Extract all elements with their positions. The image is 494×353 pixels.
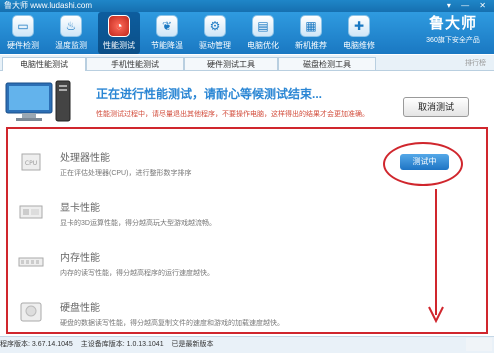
nav-item-energy[interactable]: ❦ 节能降温 [146, 12, 188, 54]
test-banner: 正在进行性能测试，请耐心等候测试结束... 性能测试过程中，请尽量退出其他程序，… [0, 71, 494, 126]
nav-item-optimize[interactable]: ▤ 电脑优化 [242, 12, 284, 54]
nav-item-drivers[interactable]: ⚙ 驱动管理 [194, 12, 236, 54]
test-item-disk: 硬盘性能 硬盘的数据读写性能，得分越高复制文件的速度和游戏的加载速度越快。 [8, 291, 486, 337]
speedometer-icon: ◔ [108, 15, 130, 37]
title-bar: 鲁大师 www.ludashi.com ▾ — ✕ [0, 0, 494, 12]
nav-label: 电脑优化 [247, 41, 279, 50]
thermometer-icon: ♨ [60, 15, 82, 37]
tab-pc-performance[interactable]: 电脑性能测试 [2, 57, 86, 71]
cpu-icon: CPU [21, 153, 41, 171]
test-desc: 内存的读写性能，得分越高程序的运行速度越快。 [60, 270, 214, 277]
memory-icon [18, 257, 44, 267]
window-title: 鲁大师 www.ludashi.com [4, 1, 93, 10]
tab-bar: 电脑性能测试 手机性能测试 硬件测试工具 磁盘检测工具 排行榜 [0, 55, 494, 71]
tab-phone-performance[interactable]: 手机性能测试 [86, 57, 184, 70]
nav-label: 新机推荐 [295, 41, 327, 50]
chart-icon: ▤ [252, 15, 274, 37]
nav-item-repair[interactable]: ✚ 电脑维修 [338, 12, 380, 54]
logo: 鲁大师 360旗下安全产品 [418, 12, 488, 54]
nav-item-performance[interactable]: ◔ 性能测试 [98, 12, 140, 54]
test-title: 内存性能 [60, 253, 100, 264]
monitor-icon: ▭ [12, 15, 34, 37]
test-desc: 硬盘的数据读写性能，得分越高复制文件的速度和游戏的加载速度越快。 [60, 320, 284, 327]
update-status: 已是最新版本 [171, 341, 214, 348]
nav-item-recommend[interactable]: ▦ 新机推荐 [290, 12, 332, 54]
test-hint: 性能测试过程中，请尽量退出其他程序，不要操作电脑，这样得出的结果才会更加准确。 [96, 111, 369, 118]
nav-label: 温度监测 [55, 41, 87, 50]
cancel-test-button[interactable]: 取消测试 [403, 97, 469, 117]
test-title: 处理器性能 [60, 153, 110, 164]
gear-icon: ⚙ [204, 15, 226, 37]
test-status: 正在进行性能测试，请耐心等候测试结束... [96, 87, 323, 101]
down-arrow-icon [428, 189, 444, 324]
nav-label: 驱动管理 [199, 41, 231, 50]
ranking-link[interactable]: 排行榜 [465, 58, 486, 68]
testing-button[interactable]: 测试中 [400, 154, 449, 170]
nav-label: 性能测试 [103, 41, 135, 50]
nav-label: 硬件检测 [7, 41, 39, 50]
test-desc: 显卡的3D运算性能，得分越高玩大型游戏越流畅。 [60, 220, 216, 227]
test-title: 显卡性能 [60, 203, 100, 214]
window-controls[interactable]: ▾ — ✕ [447, 0, 490, 12]
computer-icon [5, 80, 71, 122]
test-item-memory: 内存性能 内存的读写性能，得分越高程序的运行速度越快。 [8, 241, 486, 287]
test-title: 硬盘性能 [60, 303, 100, 314]
hard-disk-icon [20, 302, 42, 322]
svg-text:CPU: CPU [25, 160, 37, 167]
nav-label: 节能降温 [151, 41, 183, 50]
nav-item-temperature[interactable]: ♨ 温度监测 [50, 12, 92, 54]
test-item-gpu: 显卡性能 显卡的3D运算性能，得分越高玩大型游戏越流畅。 [8, 191, 486, 237]
graphics-card-icon [19, 205, 43, 219]
program-version: 程序版本: 3.67.14.1045 [0, 341, 73, 348]
nav-item-hardware[interactable]: ▭ 硬件检测 [2, 12, 44, 54]
leaf-icon: ❦ [156, 15, 178, 37]
tab-hardware-tools[interactable]: 硬件测试工具 [184, 57, 278, 70]
wrench-icon: ✚ [348, 15, 370, 37]
logo-name: 鲁大师 [428, 15, 477, 32]
laptop-icon: ▦ [300, 15, 322, 37]
logo-subtitle: 360旗下安全产品 [426, 37, 480, 44]
status-bar-corner [466, 338, 492, 351]
test-panel: CPU 处理器性能 正在评估处理器(CPU)，进行整形数字排序 显卡性能 显卡的… [6, 127, 488, 334]
tab-disk-tools[interactable]: 磁盘检测工具 [278, 57, 376, 70]
test-desc: 正在评估处理器(CPU)，进行整形数字排序 [60, 170, 192, 177]
nav-label: 电脑维修 [343, 41, 375, 50]
status-bar: 程序版本: 3.67.14.1045 主设备库版本: 1.0.13.1041 已… [0, 336, 494, 353]
device-lib-version: 主设备库版本: 1.0.13.1041 [80, 341, 164, 348]
